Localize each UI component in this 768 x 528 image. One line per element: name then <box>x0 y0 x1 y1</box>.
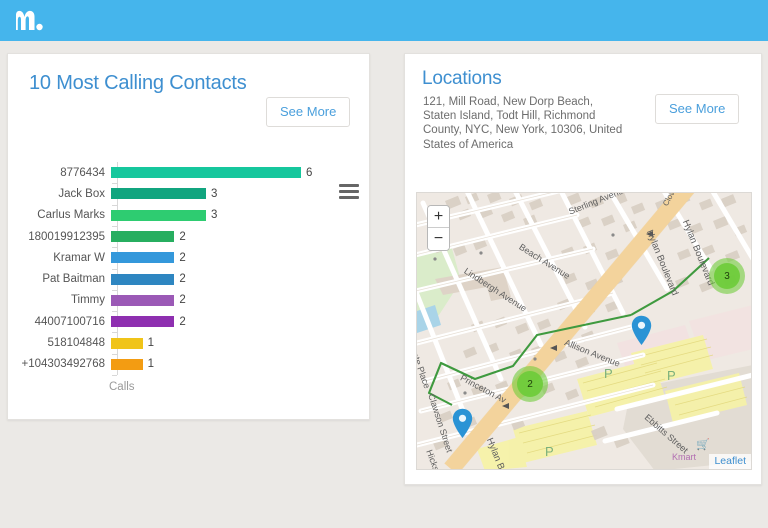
mspy-logo-icon[interactable] <box>12 6 54 36</box>
chart-bar-value: 2 <box>179 294 185 306</box>
chart-bar[interactable] <box>111 252 174 263</box>
calls-card: 10 Most Calling Contacts See More 877643… <box>7 53 370 420</box>
map-location-pin[interactable] <box>452 408 473 444</box>
locations-title: Locations <box>422 68 502 90</box>
chart-bar-row: Timmy 2 <box>8 290 371 311</box>
chart-bar[interactable] <box>111 231 174 242</box>
content-area: 10 Most Calling Contacts See More 877643… <box>0 41 768 528</box>
map-parking-icon: P <box>604 366 613 381</box>
chart-category-label: 44007100716 <box>8 316 111 328</box>
chart-bar-row: 180019912395 2 <box>8 226 371 247</box>
map-poi-label: Kmart <box>659 452 709 462</box>
location-address: 121, Mill Road, New Dorp Beach, Staten I… <box>423 95 628 152</box>
chart-bar-row: 44007100716 2 <box>8 311 371 332</box>
map-cluster-count: 3 <box>714 263 740 289</box>
chart-category-label: Kramar W <box>8 252 111 264</box>
dashboard-page: 10 Most Calling Contacts See More 877643… <box>0 0 768 528</box>
chart-bars: 8776434 6 Jack Box 3 Carlus Marks 3 1800199123… <box>8 162 371 375</box>
map-cluster-count: 2 <box>517 371 543 397</box>
leaflet-attribution[interactable]: Leaflet <box>709 454 751 469</box>
chart-bar-value: 3 <box>211 188 217 200</box>
calling-contacts-bar-chart: 8776434 6 Jack Box 3 Carlus Marks 3 1800199123… <box>8 162 371 420</box>
chart-bar-row: Kramar W 2 <box>8 247 371 268</box>
chart-category-label: 518104848 <box>8 337 111 349</box>
chart-category-label: Carlus Marks <box>8 209 111 221</box>
chart-bar-value: 3 <box>211 209 217 221</box>
chart-bar-row: Jack Box 3 <box>8 183 371 204</box>
map-cluster-marker[interactable]: 3 <box>709 258 745 294</box>
chart-bar-value: 6 <box>306 167 312 179</box>
chart-bar[interactable] <box>111 316 174 327</box>
top-bar <box>0 0 768 41</box>
zoom-out-button[interactable]: − <box>428 228 449 250</box>
location-map[interactable]: Sterling AvenueCloveBeach AvenueLindberg… <box>416 192 752 470</box>
map-zoom-controls[interactable]: + − <box>427 205 450 251</box>
chart-bar[interactable] <box>111 338 143 349</box>
chart-bar-value: 1 <box>148 337 154 349</box>
chart-category-label: Jack Box <box>8 188 111 200</box>
map-cluster-marker[interactable]: 2 <box>512 366 548 402</box>
shopping-cart-icon: 🛒 <box>678 440 728 451</box>
chart-bar[interactable] <box>111 210 206 221</box>
chart-bar[interactable] <box>111 359 143 370</box>
chart-category-label: +104303492768 <box>8 358 111 370</box>
chart-category-label: Pat Baitman <box>8 273 111 285</box>
chart-bar-value: 2 <box>179 273 185 285</box>
chart-bar-row: Pat Baitman 2 <box>8 268 371 289</box>
chart-bar-value: 2 <box>179 252 185 264</box>
chart-x-axis-label: Calls <box>109 381 135 393</box>
chart-bar-row: 518104848 1 <box>8 332 371 353</box>
chart-bar[interactable] <box>111 295 174 306</box>
chart-bar-row: 8776434 6 <box>8 162 371 183</box>
map-parking-icon: P <box>667 368 676 383</box>
chart-bar[interactable] <box>111 167 301 178</box>
chart-bar[interactable] <box>111 188 206 199</box>
chart-category-label: 8776434 <box>8 167 111 179</box>
chart-bar-row: +104303492768 1 <box>8 354 371 375</box>
zoom-in-button[interactable]: + <box>428 206 449 228</box>
see-more-button-calls[interactable]: See More <box>266 97 350 127</box>
locations-card: Locations 121, Mill Road, New Dorp Beach… <box>404 53 762 485</box>
chart-bar[interactable] <box>111 274 174 285</box>
chart-bar-value: 2 <box>179 316 185 328</box>
chart-bar-value: 2 <box>179 231 185 243</box>
chart-bar-row: Carlus Marks 3 <box>8 205 371 226</box>
see-more-button-locations[interactable]: See More <box>655 94 739 124</box>
page-title: 10 Most Calling Contacts <box>29 72 247 95</box>
chart-category-label: Timmy <box>8 294 111 306</box>
map-parking-icon: P <box>545 444 554 459</box>
map-location-pin[interactable] <box>631 315 652 351</box>
chart-category-label: 180019912395 <box>8 231 111 243</box>
chart-bar-value: 1 <box>148 358 154 370</box>
